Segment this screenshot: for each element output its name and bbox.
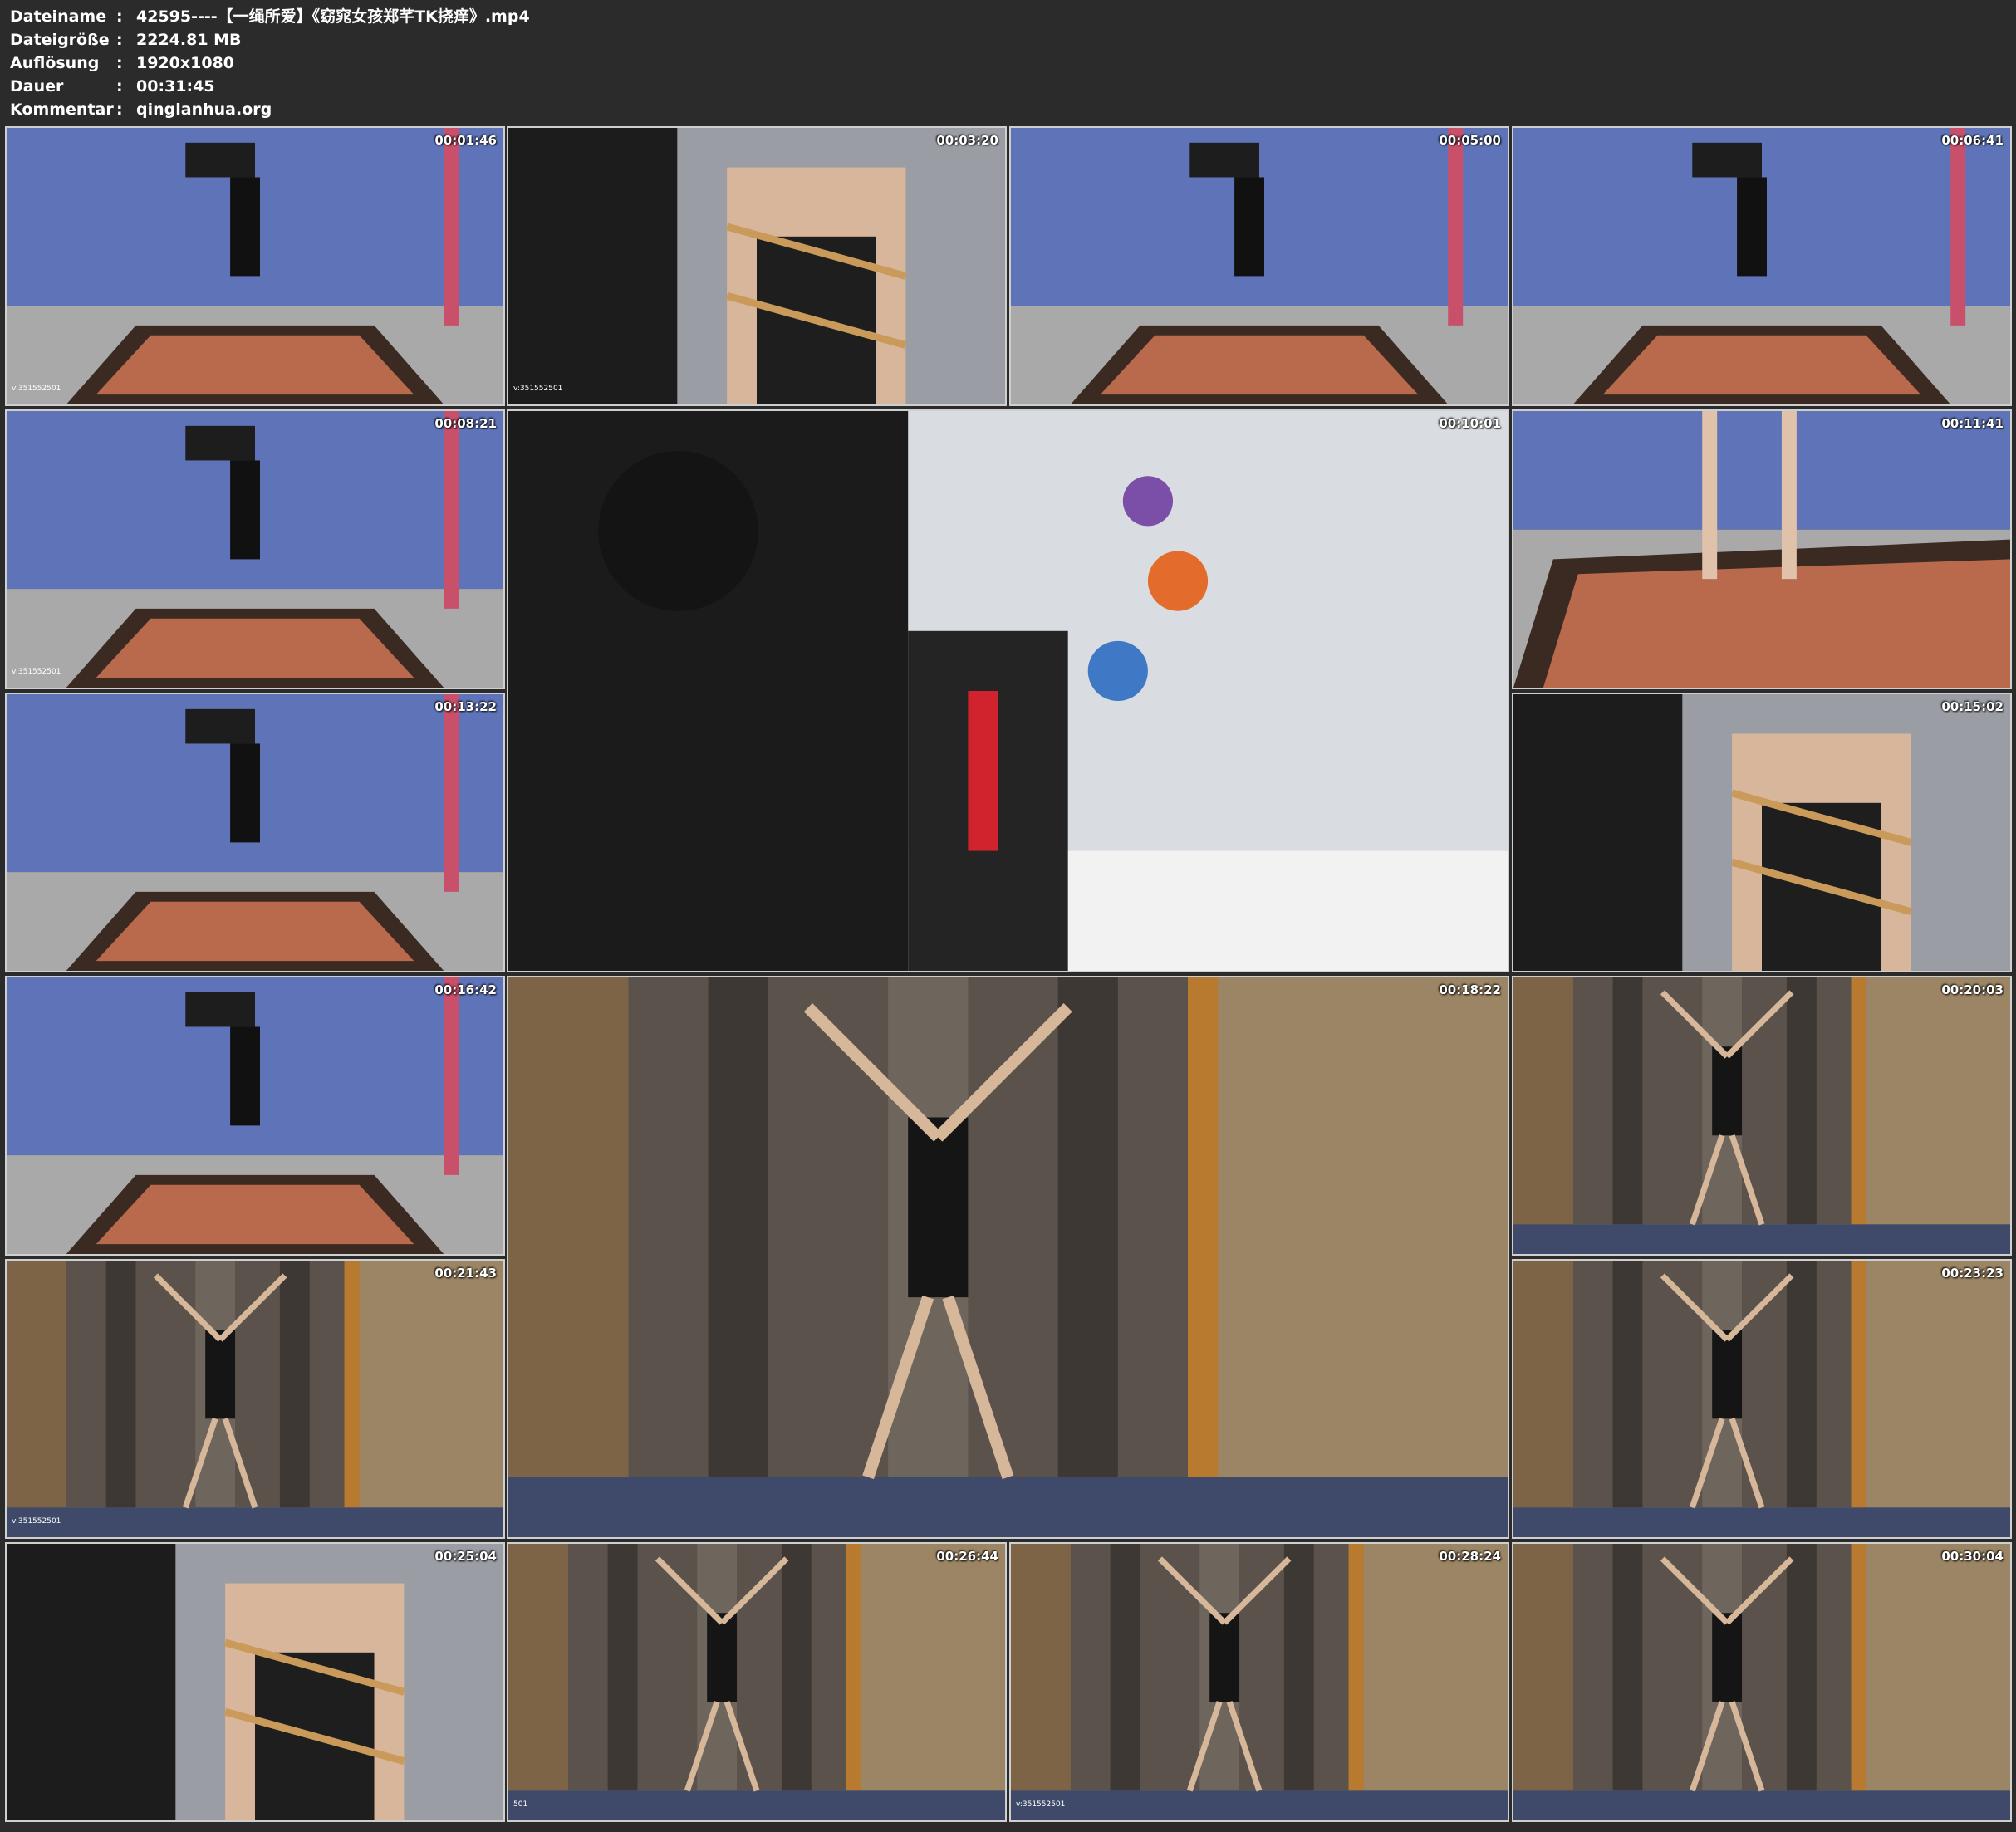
thumbnail-frame-image	[508, 977, 1508, 1537]
thumbnail-frame-image	[508, 411, 1508, 971]
thumbnail-timestamp: 00:25:04	[434, 1549, 497, 1564]
thumbnail-frame-image	[7, 1261, 503, 1537]
thumbnail-frame-image	[1513, 128, 2010, 404]
thumbnail-frame-image	[7, 128, 503, 404]
thumbnail-timestamp: 00:15:02	[1941, 699, 2004, 714]
video-thumbnail: 00:20:03	[1512, 976, 2012, 1256]
thumbnail-timestamp: 00:20:03	[1941, 982, 2004, 997]
thumbnail-timestamp: 00:30:04	[1941, 1549, 2004, 1564]
thumbnail-watermark: v:351552501	[12, 385, 61, 393]
thumbnail-timestamp: 00:01:46	[434, 133, 497, 148]
thumbnail-timestamp: 00:06:41	[1941, 133, 2004, 148]
thumbnail-timestamp: 00:05:00	[1439, 133, 1501, 148]
video-thumbnail: 00:08:21 v:351552501	[5, 409, 505, 689]
thumbnail-frame-image	[508, 128, 1005, 404]
video-thumbnail: 00:05:00	[1009, 126, 1509, 406]
video-thumbnail: 00:16:42	[5, 976, 505, 1256]
video-thumbnail: 00:06:41	[1512, 126, 2012, 406]
video-thumbnail: 00:28:24 v:351552501	[1009, 1542, 1509, 1822]
thumbnail-watermark: v:351552501	[12, 668, 61, 676]
video-thumbnail: 00:25:04	[5, 1542, 505, 1822]
video-thumbnail: 00:11:41	[1512, 409, 2012, 689]
thumbnail-timestamp: 00:23:23	[1941, 1266, 2004, 1281]
thumbnail-timestamp: 00:11:41	[1941, 416, 2004, 431]
thumbnail-frame-image	[1513, 694, 2010, 971]
video-thumbnail: 00:23:23	[1512, 1259, 2012, 1539]
thumbnail-frame-image	[1011, 128, 1508, 404]
thumbnail-timestamp: 00:21:43	[434, 1266, 497, 1281]
video-thumbnail: 00:15:02	[1512, 693, 2012, 972]
video-thumbnail: 00:18:22	[507, 976, 1509, 1539]
thumbnail-frame-image	[1513, 977, 2010, 1254]
video-thumbnail: 00:10:01	[507, 409, 1509, 972]
video-thumbnail: 00:01:46 v:351552501	[5, 126, 505, 406]
thumbnail-frame-image	[1011, 1544, 1508, 1820]
thumbnail-frame-image	[1513, 1261, 2010, 1537]
thumbnail-watermark: v:351552501	[12, 1517, 61, 1526]
thumbnail-grid: 00:01:46 v:351552501 00:03:20 v:351552501 00…	[0, 0, 2016, 1832]
video-thumbnail: 00:21:43 v:351552501	[5, 1259, 505, 1539]
thumbnail-timestamp: 00:08:21	[434, 416, 497, 431]
thumbnail-frame-image	[1513, 1544, 2010, 1820]
thumbnail-watermark: v:351552501	[1016, 1800, 1066, 1809]
video-thumbnail: 00:30:04	[1512, 1542, 2012, 1822]
thumbnail-timestamp: 00:18:22	[1439, 982, 1501, 997]
thumbnail-frame-image	[7, 977, 503, 1254]
thumbnail-timestamp: 00:03:20	[936, 133, 998, 148]
thumbnail-watermark: 501	[513, 1800, 528, 1809]
video-thumbnail: 00:26:44 501	[507, 1542, 1007, 1822]
thumbnail-frame-image	[7, 1544, 503, 1820]
thumbnail-frame-image	[508, 1544, 1005, 1820]
video-thumbnail: 00:03:20 v:351552501	[507, 126, 1007, 406]
thumbnail-timestamp: 00:26:44	[936, 1549, 998, 1564]
thumbnail-timestamp: 00:10:01	[1439, 416, 1501, 431]
thumbnail-timestamp: 00:16:42	[434, 982, 497, 997]
thumbnail-timestamp: 00:13:22	[434, 699, 497, 714]
thumbnail-frame-image	[7, 694, 503, 971]
thumbnail-watermark: v:351552501	[513, 385, 563, 393]
thumbnail-timestamp: 00:28:24	[1439, 1549, 1501, 1564]
video-thumbnail: 00:13:22	[5, 693, 505, 972]
thumbnail-frame-image	[7, 411, 503, 688]
thumbnail-frame-image	[1513, 411, 2010, 688]
